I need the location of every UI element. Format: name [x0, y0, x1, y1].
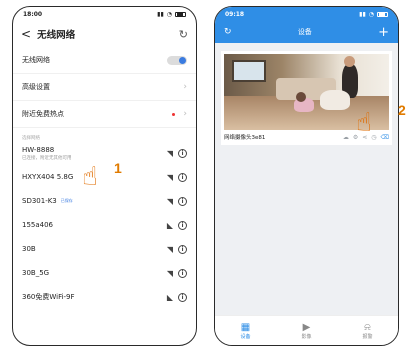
network-status: 已连接，附近无其他可用 — [22, 155, 72, 161]
nearby-hotspot-row[interactable]: 附近免费热点 › — [13, 101, 196, 128]
scene-person — [320, 90, 350, 110]
refresh-icon[interactable]: ↻ — [224, 27, 232, 37]
scene-person-head — [344, 56, 355, 67]
setting-label: 附近免费热点 — [22, 110, 64, 118]
setting-label: 高级设置 — [22, 83, 50, 91]
tab-media[interactable]: ▶ 影像 — [301, 322, 311, 340]
status-bar: 18:00 ▮▮ ◔ — [13, 7, 196, 21]
network-name: 360免费WiFi-9F — [22, 293, 75, 301]
page-title: 无线网络 — [37, 30, 76, 41]
chevron-right-icon: › — [183, 109, 187, 119]
step-number: 1 — [114, 160, 122, 176]
wifi-lock-icon: ◥ — [166, 196, 173, 206]
wifi-weak-icon: ◣ — [166, 292, 173, 302]
camera-name: 网络摄像头3e81 — [224, 135, 266, 141]
app-header: ↻ 设备 + — [215, 21, 398, 43]
wifi-toggle[interactable] — [167, 55, 187, 65]
tab-label: 设备 — [240, 333, 251, 340]
network-item[interactable]: HW-8888 已连接，附近无其他可用 ◥ i — [13, 141, 196, 165]
back-button[interactable]: < — [21, 27, 31, 41]
wifi-status-icon: ◔ — [368, 10, 374, 18]
wifi-status-icon: ◔ — [166, 10, 172, 18]
saved-badge: 已保存 — [60, 198, 73, 203]
network-item[interactable]: 360免费WiFi-9F ◣ i — [13, 285, 196, 309]
wifi-lock-icon: ◥ — [166, 172, 173, 182]
page-title: 设备 — [297, 28, 312, 36]
info-icon[interactable]: i — [178, 244, 187, 254]
info-icon[interactable]: i — [178, 268, 187, 278]
page-header: < 无线网络 ↻ — [13, 21, 196, 47]
tab-label: 报警 — [362, 333, 373, 340]
setting-label: 无线网络 — [22, 56, 50, 64]
battery-icon — [175, 11, 186, 17]
network-name: 155a406 — [22, 221, 54, 229]
network-item[interactable]: 30B_5G ◥ i — [13, 261, 196, 285]
wifi-lock-icon: ◥ — [166, 268, 173, 278]
network-name: HW-8888 — [22, 145, 55, 154]
alarm-icon: ⍾ — [364, 321, 371, 333]
wifi-signal-icon: ◥ — [166, 148, 173, 158]
status-time: 09:18 — [225, 10, 245, 18]
playback-icon[interactable]: ◷ — [371, 134, 376, 141]
signal-icon: ▮▮ — [157, 10, 164, 18]
info-icon[interactable]: i — [178, 196, 187, 206]
network-name: 30B_5G — [22, 269, 50, 277]
tap-hand-icon: ☝ — [356, 108, 372, 138]
wifi-lock-icon: ◥ — [166, 244, 173, 254]
add-device-button[interactable]: + — [378, 26, 389, 39]
status-time: 18:00 — [23, 10, 43, 18]
info-icon[interactable]: i — [178, 172, 187, 182]
tab-devices[interactable]: ▦ 设备 — [240, 322, 250, 340]
media-icon: ▶ — [302, 321, 311, 333]
network-item[interactable]: 30B ◥ i — [13, 237, 196, 261]
chevron-right-icon: › — [183, 82, 187, 92]
devices-icon: ▦ — [240, 321, 251, 333]
network-item[interactable]: HXYX404 5.8G ◥ i — [13, 165, 196, 189]
status-bar: 09:18 ▮▮ ◔ — [215, 7, 398, 21]
cloud-icon[interactable]: ☁ — [343, 134, 349, 141]
scene-window — [232, 60, 266, 82]
advanced-settings-row[interactable]: 高级设置 › — [13, 74, 196, 101]
bottom-tab-bar: ▦ 设备 ▶ 影像 ⍾ 报警 — [215, 315, 398, 345]
network-name: SD301-K3 — [22, 197, 57, 205]
network-item[interactable]: SD301-K3 已保存 ◥ i — [13, 189, 196, 213]
info-icon[interactable]: i — [178, 220, 187, 230]
delete-icon[interactable]: ⌫ — [381, 134, 389, 141]
tab-alarm[interactable]: ⍾ 报警 — [362, 322, 372, 340]
network-name: 30B — [22, 245, 36, 253]
section-label: 选择网络 — [22, 136, 40, 141]
camera-app-phone: 09:18 ▮▮ ◔ ↻ 设备 + 网络摄像头3e81 ☁ ⚙ ⋖ ◷ ⌫ ▦ … — [214, 6, 399, 346]
wifi-settings-phone: 18:00 ▮▮ ◔ < 无线网络 ↻ 无线网络 高级设置 › 附近免费热点 › … — [12, 6, 197, 346]
refresh-icon[interactable]: ↻ — [179, 28, 188, 41]
status-icons: ▮▮ ◔ — [157, 11, 186, 18]
info-icon[interactable]: i — [178, 292, 187, 302]
tap-hand-icon: ☝ — [82, 162, 98, 192]
info-icon[interactable]: i — [178, 148, 187, 158]
device-list: 网络摄像头3e81 ☁ ⚙ ⋖ ◷ ⌫ — [215, 43, 398, 315]
wifi-toggle-row[interactable]: 无线网络 — [13, 47, 196, 74]
notification-dot — [172, 112, 176, 116]
tab-label: 影像 — [301, 333, 312, 340]
battery-icon — [377, 11, 388, 17]
step-number: 2 — [398, 102, 406, 118]
network-item[interactable]: 155a406 ◣ i — [13, 213, 196, 237]
status-icons: ▮▮ ◔ — [359, 11, 388, 18]
wifi-weak-icon: ◣ — [166, 220, 173, 230]
scene-child-head — [296, 92, 306, 102]
signal-icon: ▮▮ — [359, 10, 366, 18]
